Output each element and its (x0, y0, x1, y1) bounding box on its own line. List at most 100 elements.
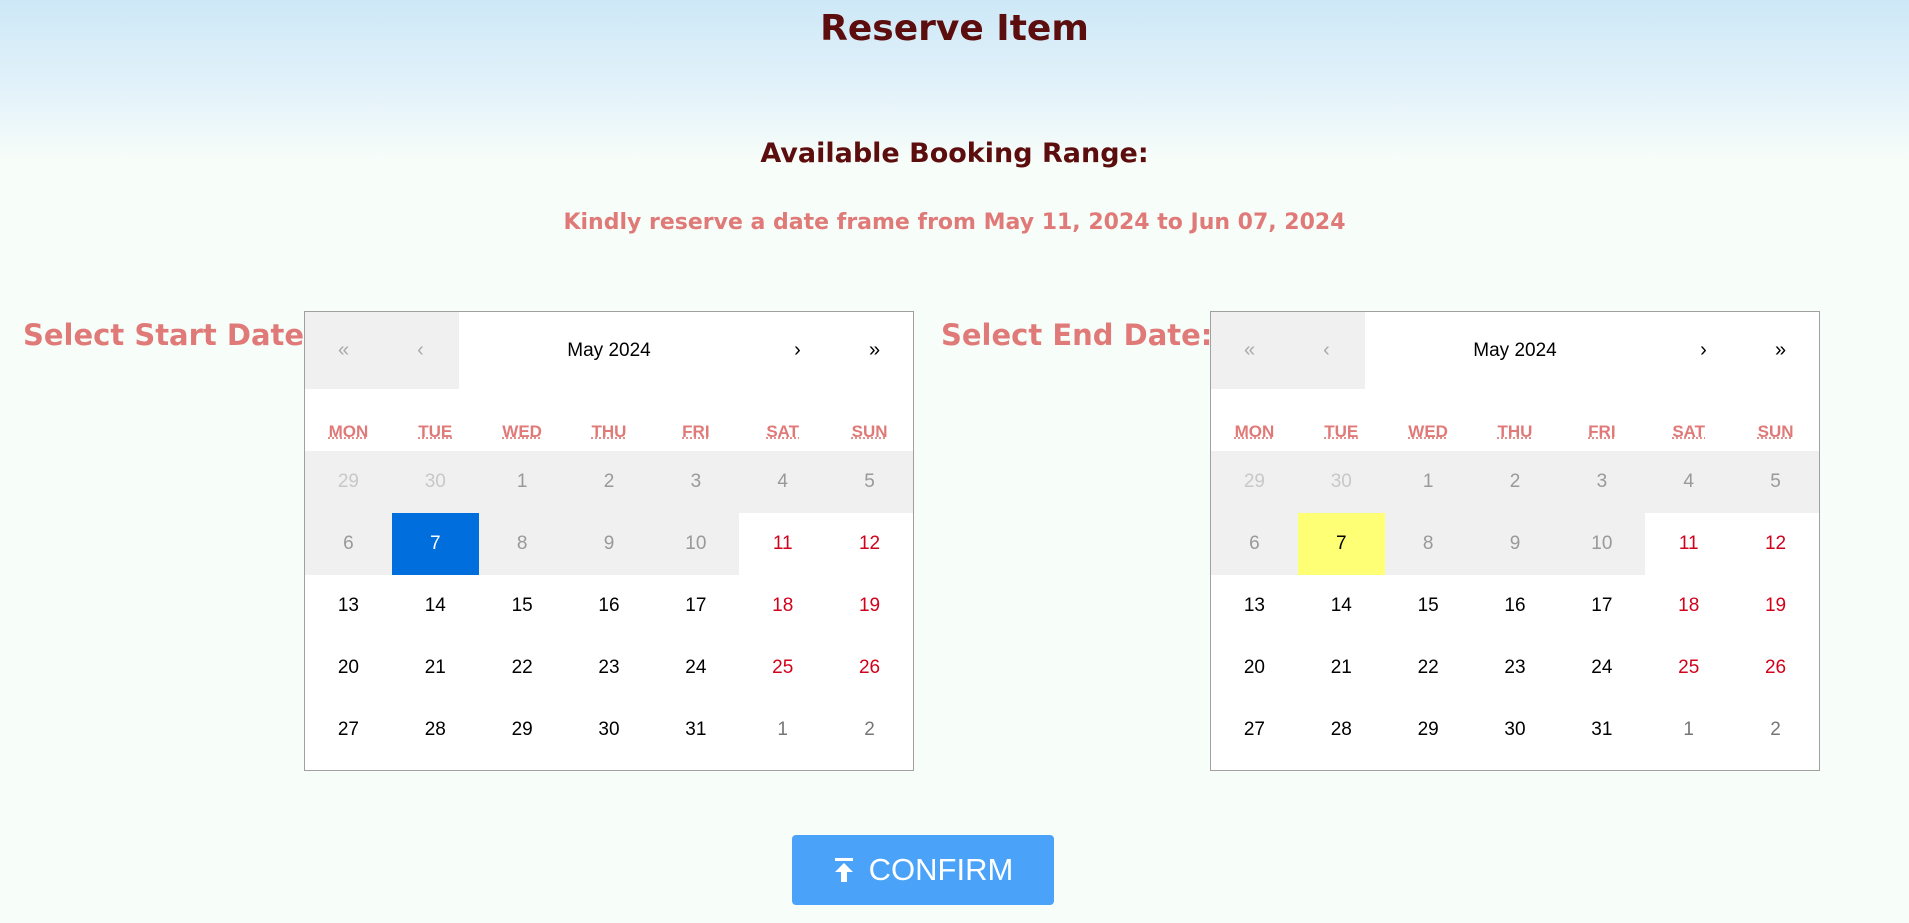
calendar-day[interactable]: 20 (1211, 637, 1298, 699)
weekday-mon: MON (328, 421, 369, 441)
calendar-day[interactable]: 31 (652, 699, 739, 761)
calendar-day[interactable]: 30 (566, 699, 653, 761)
calendar-day[interactable]: 31 (1558, 699, 1645, 761)
calendar-day[interactable]: 14 (392, 575, 479, 637)
calendar-day[interactable]: 7 (391, 513, 479, 575)
calendar-day[interactable]: 12 (1732, 513, 1819, 575)
calendar-day: 8 (478, 513, 566, 575)
calendar-day: 8 (1384, 513, 1472, 575)
calendar-day[interactable]: 19 (1732, 575, 1819, 637)
calendar-day[interactable]: 26 (1732, 637, 1819, 699)
next-month-button[interactable]: › (1665, 312, 1742, 389)
calendar-day[interactable]: 2 (1732, 699, 1819, 761)
calendar-day[interactable]: 11 (1645, 513, 1732, 575)
end-date-label: Select End Date: (941, 318, 1213, 352)
weekday-sun: SUN (1757, 421, 1794, 441)
calendar-day[interactable]: 22 (479, 637, 566, 699)
next-year-button[interactable]: » (836, 312, 913, 389)
calendar-day[interactable]: 25 (739, 637, 826, 699)
calendar-day: 4 (1645, 451, 1733, 513)
calendar-day[interactable]: 12 (826, 513, 913, 575)
calendar-day[interactable]: 21 (392, 637, 479, 699)
calendar-day[interactable]: 23 (566, 637, 653, 699)
start-date-calendar: « ‹ May 2024 › » MON TUE WED THU FRI SAT SUN 2… (304, 311, 914, 771)
calendar-day[interactable]: 16 (566, 575, 653, 637)
weekday-wed: WED (1408, 421, 1448, 441)
calendar-day[interactable]: 18 (739, 575, 826, 637)
calendar-day[interactable]: 28 (1298, 699, 1385, 761)
calendar-day: 6 (1211, 513, 1298, 575)
start-date-label: Select Start Date: (23, 318, 316, 352)
day-grid: 29 30 1 2 3 4 5 6 7 8 9 10 11 12 13 14 15 16 17 18 19 20 21 22 2… (1211, 451, 1819, 761)
month-label[interactable]: May 2024 (1365, 312, 1665, 389)
weekday-header: MON TUE WED THU FRI SAT SUN (305, 412, 913, 451)
calendar-day: 30 (391, 451, 479, 513)
end-date-calendar: « ‹ May 2024 › » MON TUE WED THU FRI SAT SUN 2… (1210, 311, 1820, 771)
calendar-day[interactable]: 27 (1211, 699, 1298, 761)
calendar-day: 2 (1471, 451, 1559, 513)
calendar-day: 5 (1732, 451, 1819, 513)
page-title: Reserve Item (820, 8, 1089, 49)
calendar-day[interactable]: 17 (1558, 575, 1645, 637)
calendar-day: 4 (739, 451, 827, 513)
calendar-day[interactable]: 30 (1472, 699, 1559, 761)
prev-year-button[interactable]: « (305, 312, 382, 389)
calendar-day: 3 (1558, 451, 1646, 513)
prev-year-button[interactable]: « (1211, 312, 1288, 389)
calendar-navigation: « ‹ May 2024 › » (1211, 312, 1819, 389)
calendar-day[interactable]: 11 (739, 513, 826, 575)
calendar-day[interactable]: 21 (1298, 637, 1385, 699)
calendar-day[interactable]: 17 (652, 575, 739, 637)
weekday-sat: SAT (766, 421, 800, 441)
calendar-day[interactable]: 16 (1472, 575, 1559, 637)
month-label[interactable]: May 2024 (459, 312, 759, 389)
calendar-day[interactable]: 13 (1211, 575, 1298, 637)
calendar-day[interactable]: 20 (305, 637, 392, 699)
confirm-label: CONFIRM (868, 852, 1014, 887)
calendar-day: 5 (826, 451, 913, 513)
calendar-day: 30 (1297, 451, 1385, 513)
calendar-day[interactable]: 1 (1645, 699, 1732, 761)
calendar-day: 3 (652, 451, 740, 513)
calendar-day[interactable]: 27 (305, 699, 392, 761)
calendar-day[interactable]: 13 (305, 575, 392, 637)
booking-range-text: Kindly reserve a date frame from May 11,… (563, 210, 1346, 235)
calendar-day: 9 (1471, 513, 1559, 575)
calendar-day[interactable]: 15 (1385, 575, 1472, 637)
calendar-day[interactable]: 29 (479, 699, 566, 761)
calendar-day: 29 (1211, 451, 1298, 513)
calendar-day: 29 (305, 451, 392, 513)
weekday-tue: TUE (418, 421, 453, 441)
calendar-day: 2 (565, 451, 653, 513)
calendar-day[interactable]: 18 (1645, 575, 1732, 637)
weekday-header: MON TUE WED THU FRI SAT SUN (1211, 412, 1819, 451)
calendar-day[interactable]: 14 (1298, 575, 1385, 637)
calendar-day[interactable]: 28 (392, 699, 479, 761)
prev-month-button[interactable]: ‹ (382, 312, 459, 389)
weekday-fri: FRI (1588, 421, 1616, 441)
next-year-button[interactable]: » (1742, 312, 1819, 389)
confirm-button[interactable]: CONFIRM (792, 835, 1054, 905)
calendar-day[interactable]: 19 (826, 575, 913, 637)
calendar-day[interactable]: 25 (1645, 637, 1732, 699)
calendar-navigation: « ‹ May 2024 › » (305, 312, 913, 389)
calendar-day[interactable]: 24 (1558, 637, 1645, 699)
calendar-day: 1 (1384, 451, 1472, 513)
calendar-day[interactable]: 22 (1385, 637, 1472, 699)
calendar-day[interactable]: 15 (479, 575, 566, 637)
weekday-thu: THU (1497, 421, 1533, 441)
calendar-day[interactable]: 24 (652, 637, 739, 699)
weekday-tue: TUE (1324, 421, 1359, 441)
weekday-sat: SAT (1672, 421, 1706, 441)
calendar-day[interactable]: 7 (1297, 513, 1385, 575)
calendar-day[interactable]: 1 (739, 699, 826, 761)
calendar-day: 10 (1558, 513, 1646, 575)
calendar-day[interactable]: 23 (1472, 637, 1559, 699)
calendar-day[interactable]: 26 (826, 637, 913, 699)
calendar-day: 1 (478, 451, 566, 513)
calendar-day[interactable]: 2 (826, 699, 913, 761)
prev-month-button[interactable]: ‹ (1288, 312, 1365, 389)
calendar-day: 10 (652, 513, 740, 575)
next-month-button[interactable]: › (759, 312, 836, 389)
calendar-day[interactable]: 29 (1385, 699, 1472, 761)
